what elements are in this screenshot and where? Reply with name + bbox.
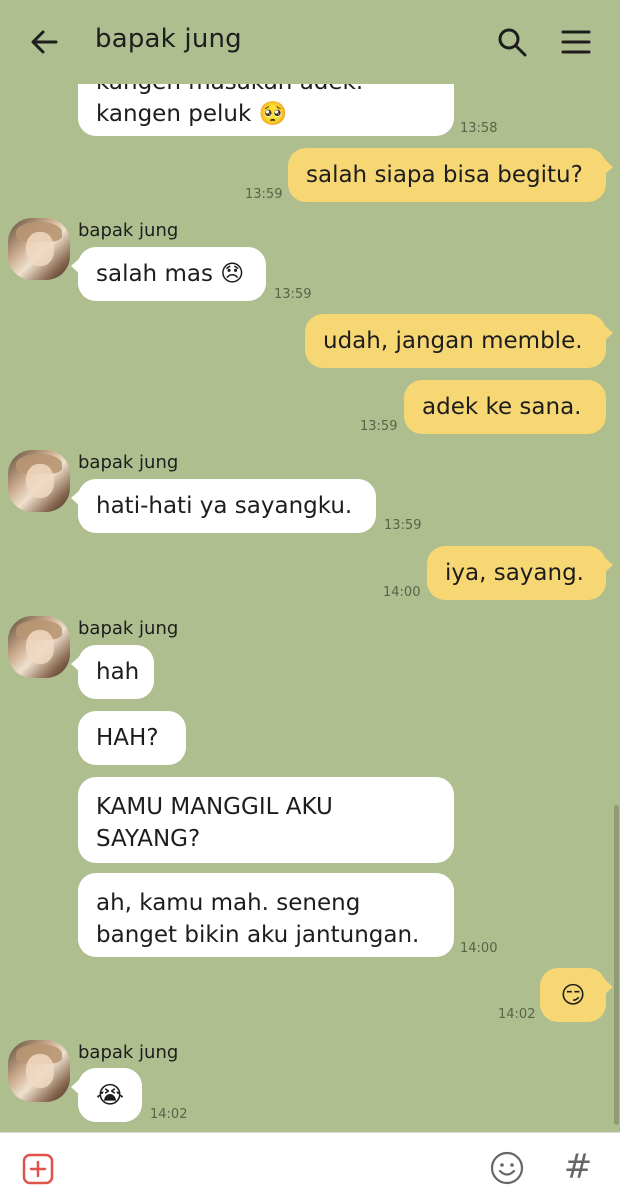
arrow-left-icon — [31, 30, 58, 54]
message-text: banget bikin aku jantungan. — [96, 922, 420, 948]
message-bubble-outgoing[interactable]: udah, jangan memble. — [305, 314, 613, 368]
message-bubble-outgoing[interactable]: iya, sayang. — [427, 546, 613, 600]
sender-name: bapak jung — [78, 220, 179, 241]
attach-button[interactable] — [22, 1153, 54, 1185]
message-time: 14:00 — [460, 941, 498, 956]
message-text: hah — [96, 659, 140, 685]
hamburger-menu-icon — [561, 30, 591, 54]
message-bubble-outgoing[interactable]: 😏 — [540, 968, 613, 1022]
message-bubble-outgoing[interactable]: salah siapa bisa begitu? — [288, 148, 613, 202]
message-text: 😭 — [95, 1081, 125, 1109]
message-bubble-incoming[interactable]: hati-hati ya sayangku. — [71, 479, 376, 533]
message-bubble-incoming[interactable]: salah mas 😞 — [71, 247, 266, 301]
avatar[interactable] — [8, 218, 70, 280]
message-input-bar: # — [0, 1132, 620, 1201]
message-text: iya, sayang. — [445, 560, 584, 586]
message-text: HAH? — [96, 725, 159, 751]
search-icon — [498, 28, 527, 57]
scrollbar[interactable] — [614, 805, 619, 1125]
chat-header: bapak jung — [0, 0, 620, 84]
message-text: salah siapa bisa begitu? — [306, 162, 583, 188]
search-button[interactable] — [492, 22, 532, 62]
message-time: 13:59 — [384, 518, 422, 533]
message-bubble-incoming[interactable]: HAH? — [78, 711, 186, 765]
chat-area[interactable]: kangen masakan adek. kangen peluk 🥺 13:5… — [0, 0, 620, 1132]
plus-square-icon — [22, 1153, 54, 1185]
message-text: kangen peluk 🥺 — [96, 101, 288, 127]
sender-name: bapak jung — [78, 452, 179, 473]
message-bubble-outgoing[interactable]: adek ke sana. — [404, 380, 606, 434]
sender-name: bapak jung — [78, 1042, 179, 1063]
message-text: hati-hati ya sayangku. — [96, 493, 353, 519]
message-text: salah mas 😞 — [96, 261, 245, 287]
message-text: ah, kamu mah. seneng — [96, 890, 361, 916]
message-time: 14:00 — [383, 585, 421, 600]
hashtag-icon: # — [563, 1147, 593, 1187]
message-time: 14:02 — [498, 1007, 536, 1022]
emoji-button[interactable] — [490, 1151, 524, 1185]
message-time: 14:02 — [150, 1107, 188, 1122]
message-bubble-incoming[interactable]: 😭 — [71, 1068, 142, 1122]
menu-button[interactable] — [556, 22, 596, 62]
message-text: udah, jangan memble. — [323, 328, 583, 354]
message-bubble-incoming[interactable]: hah — [71, 645, 154, 699]
message-text: 😏 — [560, 981, 586, 1009]
sender-name: bapak jung — [78, 618, 179, 639]
avatar[interactable] — [8, 616, 70, 678]
message-bubble-incoming[interactable]: KAMU MANGGIL AKU SAYANG? — [78, 777, 454, 863]
message-time: 13:59 — [245, 187, 283, 202]
avatar[interactable] — [8, 1040, 70, 1102]
message-text: KAMU MANGGIL AKU — [96, 794, 333, 820]
hashtag-button[interactable]: # — [558, 1147, 598, 1187]
avatar[interactable] — [8, 450, 70, 512]
message-time: 13:59 — [274, 287, 312, 302]
chat-title: bapak jung — [95, 24, 242, 54]
back-button[interactable] — [26, 22, 66, 62]
message-time: 13:58 — [460, 121, 498, 136]
message-text: SAYANG? — [96, 826, 201, 852]
message-time: 13:59 — [360, 419, 398, 434]
message-bubble-incoming[interactable]: ah, kamu mah. seneng banget bikin aku ja… — [78, 873, 454, 957]
message-text: adek ke sana. — [422, 394, 582, 420]
smiley-icon — [490, 1151, 524, 1185]
